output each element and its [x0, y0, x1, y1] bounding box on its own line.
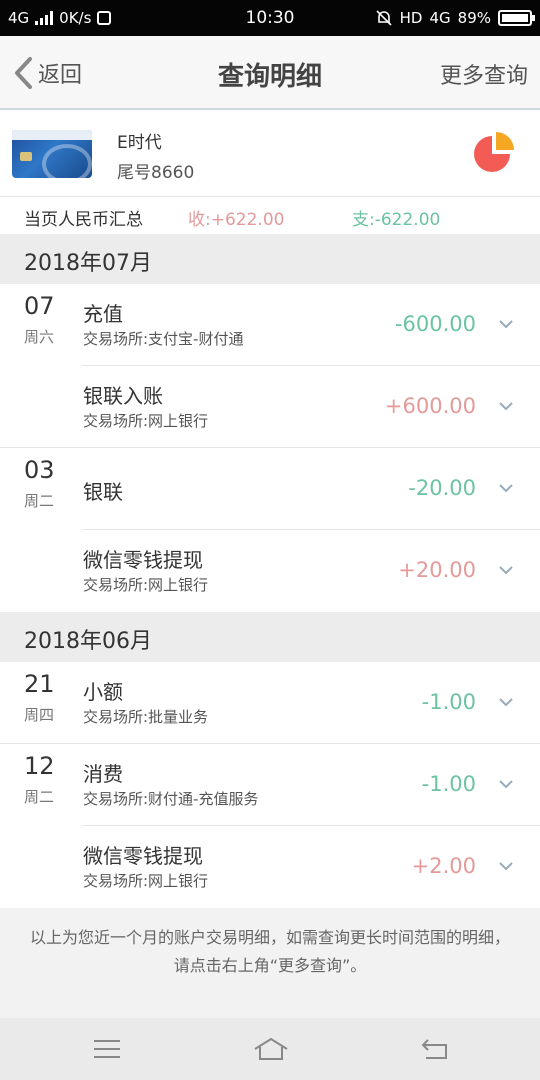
page-summary: 当页人民币汇总 收:+622.00 支:-622.00: [0, 196, 540, 234]
transaction-row[interactable]: 21 周四 小额 交易场所:批量业务 -1.00: [0, 662, 540, 744]
transaction-row[interactable]: 03 周二 银联 -20.00: [0, 448, 540, 530]
status-bar: 4G 0K/s 10:30 HD 4G 89%: [0, 0, 540, 36]
back-label: 返回: [38, 63, 83, 88]
bank-card-image: [12, 130, 92, 178]
transaction-place: 交易场所:网上银行: [83, 872, 209, 890]
month-label: 2018年07月: [24, 251, 152, 276]
day-number: 07: [24, 292, 55, 320]
transaction-name: 银联: [83, 480, 123, 504]
system-nav-bar: [0, 1018, 540, 1080]
hd-indicator: HD: [399, 9, 423, 27]
card-name: E时代: [117, 133, 162, 153]
footer-note: 以上为您近一个月的账户交易明细，如需查询更长时间范围的明细， 请点击右上角“更多…: [0, 908, 540, 1018]
weekday: 周六: [24, 328, 55, 346]
back-button[interactable]: 返回: [12, 56, 82, 90]
summary-label: 当页人民币汇总: [24, 210, 143, 230]
chevron-down-icon[interactable]: [498, 860, 514, 872]
footer-line-2: 请点击右上角“更多查询”。: [173, 956, 367, 975]
transaction-name: 微信零钱提现: [83, 844, 203, 868]
menu-icon[interactable]: [92, 1036, 122, 1062]
transaction-amount: -20.00: [408, 476, 476, 500]
weekday: 周二: [24, 788, 55, 806]
transaction-row[interactable]: 微信零钱提现 交易场所:网上银行 +2.00: [0, 826, 540, 908]
weekday: 周四: [24, 706, 55, 724]
transaction-amount: -1.00: [421, 690, 476, 714]
mute-bell-icon: [376, 10, 392, 26]
transaction-amount: -600.00: [394, 312, 476, 336]
nav-header: 返回 查询明细 更多查询: [0, 36, 540, 110]
transaction-place: 交易场所:批量业务: [83, 708, 209, 726]
card-number-tail: 尾号8660: [117, 163, 195, 183]
summary-expense: 支:-622.00: [352, 210, 441, 230]
month-header: 2018年06月: [0, 612, 540, 662]
day-number: 03: [24, 456, 55, 484]
chevron-down-icon[interactable]: [498, 778, 514, 790]
transaction-place: 交易场所:网上银行: [83, 576, 209, 594]
chevron-down-icon[interactable]: [498, 400, 514, 412]
transaction-place: 交易场所:网上银行: [83, 412, 209, 430]
network-type-2: 4G: [429, 9, 451, 27]
transaction-row[interactable]: 微信零钱提现 交易场所:网上银行 +20.00: [0, 530, 540, 612]
transaction-row[interactable]: 12 周二 消费 交易场所:财付通-充值服务 -1.00: [0, 744, 540, 826]
transaction-row[interactable]: 银联入账 交易场所:网上银行 +600.00: [0, 366, 540, 448]
transaction-place: 交易场所:财付通-充值服务: [83, 790, 259, 808]
transaction-place: 交易场所:支付宝-财付通: [83, 330, 244, 348]
back-nav-icon[interactable]: [420, 1036, 450, 1062]
pie-chart-icon[interactable]: [472, 130, 518, 176]
day-number: 12: [24, 752, 55, 780]
chevron-left-icon: [15, 57, 32, 89]
transaction-name: 消费: [83, 762, 123, 786]
transaction-name: 小额: [83, 680, 123, 704]
day-number: 21: [24, 670, 55, 698]
transaction-name: 银联入账: [83, 384, 163, 408]
month-header: 2018年07月: [0, 234, 540, 284]
card-info: E时代 尾号8660: [0, 110, 540, 196]
battery-icon: [498, 10, 535, 26]
summary-income: 收:+622.00: [188, 210, 285, 230]
home-icon[interactable]: [253, 1036, 289, 1062]
battery-percent: 89%: [457, 9, 491, 27]
footer-line-1: 以上为您近一个月的账户交易明细，如需查询更长时间范围的明细，: [29, 928, 510, 947]
month-label: 2018年06月: [24, 629, 152, 654]
transaction-amount: +2.00: [411, 854, 476, 878]
chevron-down-icon[interactable]: [498, 696, 514, 708]
more-query-button[interactable]: 更多查询: [440, 58, 528, 90]
chevron-down-icon[interactable]: [498, 482, 514, 494]
transaction-amount: +600.00: [384, 394, 476, 418]
chevron-down-icon[interactable]: [498, 564, 514, 576]
weekday: 周二: [24, 492, 55, 510]
transaction-name: 充值: [83, 302, 123, 326]
transaction-row[interactable]: 07 周六 充值 交易场所:支付宝-财付通 -600.00: [0, 284, 540, 366]
transaction-amount: +20.00: [398, 558, 476, 582]
chevron-down-icon[interactable]: [498, 318, 514, 330]
transaction-name: 微信零钱提现: [83, 548, 203, 572]
transaction-amount: -1.00: [421, 772, 476, 796]
